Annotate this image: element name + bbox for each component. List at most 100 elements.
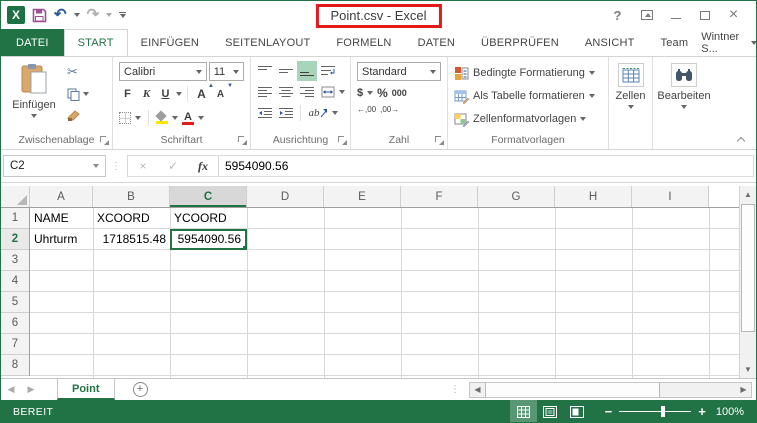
fill-handle[interactable] <box>242 245 245 248</box>
tab-formeln[interactable]: FORMELN <box>323 29 404 56</box>
borders-button[interactable] <box>119 108 131 128</box>
insert-function-button[interactable]: fx <box>188 159 218 174</box>
formula-input[interactable]: 5954090.56 <box>219 155 754 177</box>
account-menu[interactable]: Wintner S... <box>701 29 756 56</box>
underline-button[interactable]: U <box>157 85 174 103</box>
sheet-nav-right-icon[interactable]: ▶ <box>21 379 41 400</box>
normal-view-button[interactable] <box>509 400 537 422</box>
sheet-tab-point[interactable]: Point <box>57 379 115 400</box>
tab-ansicht[interactable]: ANSICHT <box>572 29 648 56</box>
vertical-scroll-thumb[interactable] <box>741 204 755 332</box>
row-header-4[interactable]: 4 <box>1 271 29 292</box>
cell-c1[interactable]: YCOORD <box>170 208 247 229</box>
underline-dropdown-icon[interactable] <box>176 92 182 96</box>
tab-ueberpruefen[interactable]: ÜBERPRÜFEN <box>468 29 572 56</box>
help-button[interactable]: ? <box>603 4 632 26</box>
tab-daten[interactable]: DATEN <box>405 29 468 56</box>
orientation-button[interactable]: ab <box>305 103 331 123</box>
horizontal-scroll-thumb[interactable] <box>485 382 660 397</box>
merge-center-button[interactable] <box>318 82 338 102</box>
cell-styles-button[interactable]: Zellenformatvorlagen <box>454 109 604 129</box>
editing-button[interactable]: Bearbeiten <box>653 63 715 109</box>
number-format-combo[interactable]: Standard <box>357 62 441 81</box>
font-name-combo[interactable]: Calibri <box>119 62 207 81</box>
format-as-table-button[interactable]: Als Tabelle formatieren <box>454 86 604 106</box>
vertical-scrollbar[interactable]: ▲ ▼ <box>739 186 756 378</box>
currency-dropdown-icon[interactable] <box>367 91 374 95</box>
cut-button[interactable]: ✂ <box>65 63 91 81</box>
formula-bar-splitter[interactable]: ⋮ <box>111 161 122 172</box>
scroll-left-icon[interactable]: ◀ <box>470 383 485 397</box>
zoom-percentage[interactable]: 100% <box>716 406 744 418</box>
fill-color-dropdown-icon[interactable] <box>172 116 178 120</box>
merge-dropdown-icon[interactable] <box>339 90 345 94</box>
font-size-combo[interactable]: 11 <box>208 62 244 81</box>
fill-color-button[interactable] <box>156 108 168 128</box>
zoom-out-button[interactable]: − <box>605 405 613 418</box>
orientation-dropdown-icon[interactable] <box>332 111 338 115</box>
cell-c2-selected[interactable]: 5954090.56 <box>170 229 247 250</box>
cells-area[interactable]: NAME XCOORD YCOORD Uhrturm 1718515.48 59… <box>30 208 739 378</box>
row-header-5[interactable]: 5 <box>1 292 29 313</box>
middle-align-button[interactable] <box>276 61 296 81</box>
sheet-nav-left-icon[interactable]: ◀ <box>1 379 21 400</box>
zoom-in-button[interactable]: + <box>698 405 706 418</box>
row-header-2[interactable]: 2 <box>1 229 29 250</box>
zoom-slider-thumb[interactable] <box>661 406 666 417</box>
column-header-a[interactable]: A <box>30 186 93 207</box>
scroll-down-icon[interactable]: ▼ <box>740 361 756 378</box>
scroll-up-icon[interactable]: ▲ <box>740 186 756 203</box>
row-header-8[interactable]: 8 <box>1 355 29 376</box>
font-color-button[interactable]: A <box>182 108 194 128</box>
align-center-button[interactable] <box>276 82 296 102</box>
ribbon-display-options-button[interactable] <box>632 4 661 26</box>
top-align-button[interactable] <box>255 61 275 81</box>
conditional-formatting-button[interactable]: Bedingte Formatierung <box>454 63 604 83</box>
increase-indent-button[interactable] <box>276 103 296 123</box>
column-header-i[interactable]: I <box>632 186 709 207</box>
close-button[interactable]: × <box>719 4 748 26</box>
thousands-separator-button[interactable]: 000 <box>392 88 407 98</box>
tab-einfuegen[interactable]: EINFÜGEN <box>128 29 212 56</box>
cancel-icon[interactable]: × <box>128 159 158 173</box>
new-sheet-button[interactable]: + <box>132 382 148 397</box>
wrap-text-button[interactable] <box>318 61 338 81</box>
decrease-indent-button[interactable] <box>255 103 275 123</box>
bold-button[interactable]: F <box>119 85 136 103</box>
align-left-button[interactable] <box>255 82 275 102</box>
column-header-g[interactable]: G <box>478 186 555 207</box>
page-break-view-button[interactable] <box>564 400 591 422</box>
page-layout-view-button[interactable] <box>537 400 564 422</box>
row-header-3[interactable]: 3 <box>1 250 29 271</box>
decrease-decimal-button[interactable]: ,00→ <box>380 106 399 114</box>
tab-scroll-splitter[interactable]: ⋮ <box>450 384 461 395</box>
tab-seitenlayout[interactable]: SEITENLAYOUT <box>212 29 323 56</box>
select-all-corner[interactable] <box>1 186 30 207</box>
column-header-h[interactable]: H <box>555 186 632 207</box>
column-header-f[interactable]: F <box>401 186 478 207</box>
minimize-button[interactable] <box>661 4 690 26</box>
row-header-7[interactable]: 7 <box>1 334 29 355</box>
tab-start[interactable]: START <box>63 29 128 56</box>
scroll-right-icon[interactable]: ▶ <box>736 383 751 397</box>
customize-qat-icon[interactable] <box>119 12 127 18</box>
column-header-d[interactable]: D <box>247 186 324 207</box>
cell-a1[interactable]: NAME <box>30 208 93 229</box>
cell-a2[interactable]: Uhrturm <box>30 229 93 250</box>
format-painter-button[interactable] <box>65 107 91 125</box>
percent-button[interactable]: % <box>377 86 388 100</box>
column-header-b[interactable]: B <box>93 186 170 207</box>
undo-dropdown-icon[interactable] <box>73 13 80 17</box>
name-box[interactable]: C2 <box>3 155 106 177</box>
cell-b1[interactable]: XCOORD <box>93 208 170 229</box>
align-right-button[interactable] <box>297 82 317 102</box>
column-header-e[interactable]: E <box>324 186 401 207</box>
decrease-font-button[interactable]: A ▼ <box>212 83 233 103</box>
copy-button[interactable] <box>65 85 91 103</box>
restore-button[interactable] <box>690 4 719 26</box>
increase-decimal-button[interactable]: ←,00 <box>357 106 376 114</box>
cells-button[interactable]: Zellen <box>609 63 652 109</box>
cell-b2[interactable]: 1718515.48 <box>93 229 170 250</box>
currency-button[interactable]: $ <box>357 87 363 99</box>
undo-button[interactable]: ↶ <box>54 7 67 23</box>
